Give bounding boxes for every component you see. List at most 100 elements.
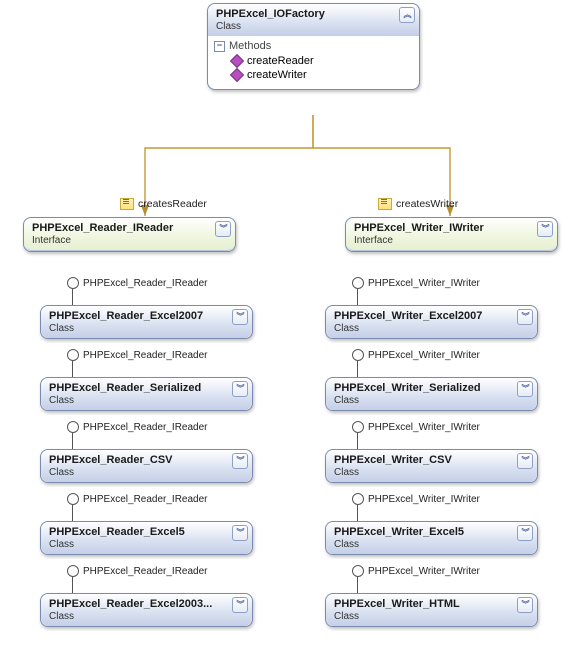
implements-label: PHPExcel_Writer_IWriter bbox=[368, 350, 480, 361]
class-stereotype: Class bbox=[334, 539, 529, 550]
chevron-down-icon: ︾ bbox=[237, 314, 244, 320]
expand-toggle[interactable]: ︾ bbox=[517, 597, 533, 613]
class-reader-0[interactable]: PHPExcel_Reader_Excel2007 Class ︾ bbox=[40, 305, 253, 339]
expand-toggle[interactable]: ︾ bbox=[517, 381, 533, 397]
implements-label: PHPExcel_Writer_IWriter bbox=[368, 566, 480, 577]
lollipop-stem bbox=[72, 432, 73, 449]
class-stereotype: Class bbox=[49, 611, 244, 622]
class-reader-2[interactable]: PHPExcel_Reader_CSV Class ︾ bbox=[40, 449, 253, 483]
methods-label: Methods bbox=[229, 40, 271, 52]
class-writer-3[interactable]: PHPExcel_Writer_Excel5 Class ︾ bbox=[325, 521, 538, 555]
class-stereotype: Class bbox=[334, 323, 529, 334]
lollipop-stem bbox=[357, 576, 358, 593]
chevron-up-icon: ︽ bbox=[404, 12, 411, 18]
lollipop-icon bbox=[67, 493, 79, 505]
lollipop-icon bbox=[67, 349, 79, 361]
interface-title: PHPExcel_Reader_IReader bbox=[32, 222, 227, 234]
implements-label: PHPExcel_Reader_IReader bbox=[83, 494, 208, 505]
chevron-down-icon: ︾ bbox=[542, 226, 549, 232]
class-title: PHPExcel_Reader_Excel5 bbox=[49, 526, 244, 538]
relationship-icon bbox=[378, 196, 392, 210]
chevron-down-icon: ︾ bbox=[522, 602, 529, 608]
method-name: createReader bbox=[247, 55, 314, 67]
class-phpexcel-iofactory[interactable]: PHPExcel_IOFactory Class ︽ − Methods cre… bbox=[207, 3, 420, 90]
lollipop-icon bbox=[67, 421, 79, 433]
class-title: PHPExcel_Writer_CSV bbox=[334, 454, 529, 466]
chevron-down-icon: ︾ bbox=[237, 530, 244, 536]
class-reader-4[interactable]: PHPExcel_Reader_Excel2003... Class ︾ bbox=[40, 593, 253, 627]
chevron-down-icon: ︾ bbox=[522, 530, 529, 536]
implements-label: PHPExcel_Reader_IReader bbox=[83, 350, 208, 361]
expand-toggle[interactable]: ︾ bbox=[517, 525, 533, 541]
lollipop-stem bbox=[72, 288, 73, 305]
lollipop-icon bbox=[352, 493, 364, 505]
class-title: PHPExcel_Reader_Excel2003... bbox=[49, 598, 244, 610]
expand-toggle[interactable]: ︾ bbox=[517, 309, 533, 325]
lollipop-icon bbox=[67, 277, 79, 289]
class-title: PHPExcel_Reader_Excel2007 bbox=[49, 310, 244, 322]
lollipop-icon bbox=[352, 421, 364, 433]
expand-toggle[interactable]: ︾ bbox=[232, 597, 248, 613]
class-title: PHPExcel_Writer_Serialized bbox=[334, 382, 529, 394]
lollipop-stem bbox=[72, 504, 73, 521]
method-createwriter[interactable]: createWriter bbox=[214, 69, 413, 81]
class-stereotype: Class bbox=[334, 395, 529, 406]
expand-toggle[interactable]: ︾ bbox=[517, 453, 533, 469]
lollipop-icon bbox=[352, 565, 364, 577]
relationship-icon bbox=[120, 196, 134, 210]
class-writer-0[interactable]: PHPExcel_Writer_Excel2007 Class ︾ bbox=[325, 305, 538, 339]
chevron-down-icon: ︾ bbox=[522, 458, 529, 464]
expand-toggle[interactable]: ︾ bbox=[232, 525, 248, 541]
method-name: createWriter bbox=[247, 69, 307, 81]
collapse-toggle[interactable]: ︽ bbox=[399, 7, 415, 23]
implements-label: PHPExcel_Reader_IReader bbox=[83, 278, 208, 289]
lollipop-icon bbox=[67, 565, 79, 577]
class-title: PHPExcel_IOFactory bbox=[216, 8, 411, 20]
class-stereotype: Class bbox=[334, 611, 529, 622]
interface-phpexcel-writer-iwriter[interactable]: PHPExcel_Writer_IWriter Interface ︾ bbox=[345, 217, 558, 252]
expand-toggle[interactable]: ︾ bbox=[232, 453, 248, 469]
minus-icon: − bbox=[214, 41, 225, 52]
class-writer-1[interactable]: PHPExcel_Writer_Serialized Class ︾ bbox=[325, 377, 538, 411]
class-reader-3[interactable]: PHPExcel_Reader_Excel5 Class ︾ bbox=[40, 521, 253, 555]
lollipop-stem bbox=[357, 432, 358, 449]
lollipop-stem bbox=[357, 288, 358, 305]
class-stereotype: Class bbox=[49, 323, 244, 334]
chevron-down-icon: ︾ bbox=[220, 226, 227, 232]
class-writer-2[interactable]: PHPExcel_Writer_CSV Class ︾ bbox=[325, 449, 538, 483]
class-stereotype: Class bbox=[49, 395, 244, 406]
implements-label: PHPExcel_Writer_IWriter bbox=[368, 422, 480, 433]
interface-stereotype: Interface bbox=[354, 235, 549, 246]
expand-toggle[interactable]: ︾ bbox=[537, 221, 553, 237]
class-writer-4[interactable]: PHPExcel_Writer_HTML Class ︾ bbox=[325, 593, 538, 627]
expand-toggle[interactable]: ︾ bbox=[232, 381, 248, 397]
implements-label: PHPExcel_Writer_IWriter bbox=[368, 278, 480, 289]
chevron-down-icon: ︾ bbox=[522, 314, 529, 320]
class-title: PHPExcel_Reader_CSV bbox=[49, 454, 244, 466]
class-stereotype: Class bbox=[49, 539, 244, 550]
relationship-label-createswriter: createsWriter bbox=[396, 198, 458, 210]
class-stereotype: Class bbox=[334, 467, 529, 478]
lollipop-stem bbox=[357, 504, 358, 521]
implements-label: PHPExcel_Reader_IReader bbox=[83, 566, 208, 577]
interface-title: PHPExcel_Writer_IWriter bbox=[354, 222, 549, 234]
implements-label: PHPExcel_Reader_IReader bbox=[83, 422, 208, 433]
class-body: − Methods createReader createWriter bbox=[208, 36, 419, 89]
interface-phpexcel-reader-ireader[interactable]: PHPExcel_Reader_IReader Interface ︾ bbox=[23, 217, 236, 252]
class-title: PHPExcel_Writer_Excel2007 bbox=[334, 310, 529, 322]
method-createreader[interactable]: createReader bbox=[214, 55, 413, 67]
methods-section[interactable]: − Methods bbox=[214, 40, 413, 52]
chevron-down-icon: ︾ bbox=[237, 602, 244, 608]
lollipop-stem bbox=[357, 360, 358, 377]
lollipop-stem bbox=[72, 576, 73, 593]
interface-stereotype: Interface bbox=[32, 235, 227, 246]
class-reader-1[interactable]: PHPExcel_Reader_Serialized Class ︾ bbox=[40, 377, 253, 411]
relationship-label-createsreader: createsReader bbox=[138, 198, 207, 210]
method-icon bbox=[230, 54, 244, 68]
expand-toggle[interactable]: ︾ bbox=[232, 309, 248, 325]
method-icon bbox=[230, 68, 244, 82]
lollipop-icon bbox=[352, 349, 364, 361]
expand-toggle[interactable]: ︾ bbox=[215, 221, 231, 237]
chevron-down-icon: ︾ bbox=[522, 386, 529, 392]
class-title: PHPExcel_Writer_Excel5 bbox=[334, 526, 529, 538]
